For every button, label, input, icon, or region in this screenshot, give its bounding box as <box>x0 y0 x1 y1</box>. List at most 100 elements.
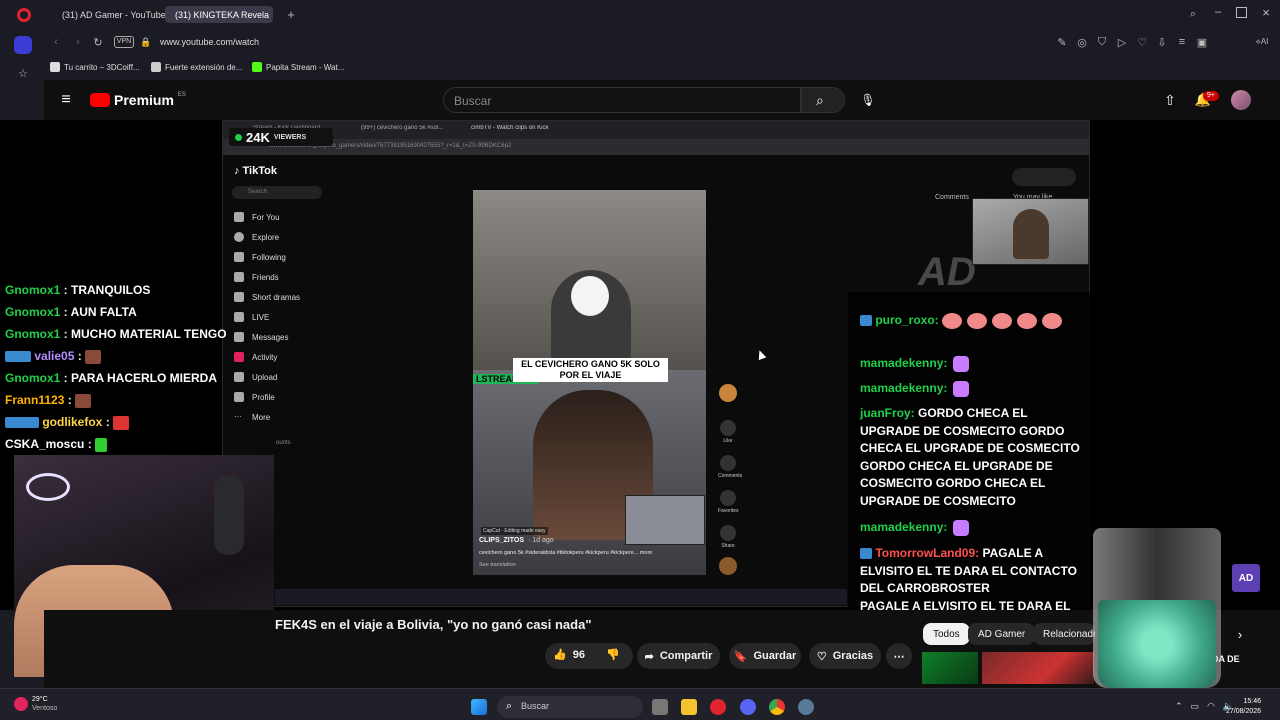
like-button[interactable]: 👍 96 <box>553 648 585 662</box>
following-icon <box>234 252 244 262</box>
opera-taskbar-icon[interactable] <box>710 699 726 715</box>
youtube-search-input[interactable]: Buscar <box>443 87 801 113</box>
emote-icon <box>953 519 970 536</box>
chat-line: Gnomox1 : TRANQUILOS <box>5 283 151 297</box>
discord-icon[interactable] <box>740 699 756 715</box>
emote-icon <box>953 380 970 397</box>
inner-url-bar: www.tiktok.com/@clipero_gamers/video/767… <box>223 139 1089 155</box>
star-icon[interactable]: ☆ <box>16 66 30 80</box>
dislike-button[interactable]: 👎 <box>606 648 620 661</box>
youtube-logo[interactable]: Premium ES <box>90 92 186 108</box>
play-icon[interactable]: ▷ <box>1116 36 1128 49</box>
recommended-thumb-1[interactable] <box>922 652 978 684</box>
chat-line: TomorrowLand09: PAGALE A ELVISITO EL TE … <box>860 545 1082 598</box>
action-label: Favorites <box>718 508 739 514</box>
tiktok-nav-messages: Messages <box>234 332 288 342</box>
bookmark-3[interactable]: Papita Stream - Wat... <box>252 62 344 72</box>
share-button[interactable]: ➦ Compartir <box>637 643 720 669</box>
chat-user: godlikefox <box>42 415 103 429</box>
opera-logo-icon[interactable] <box>17 8 31 22</box>
more-actions-button[interactable]: ⋯ <box>886 643 912 669</box>
chip-relacionado[interactable]: Relacionado <box>1033 623 1095 645</box>
hamburger-menu-icon[interactable]: ≡ <box>58 91 74 108</box>
file-explorer-icon[interactable] <box>681 699 697 715</box>
windows-start-icon[interactable] <box>471 699 487 715</box>
tray-chevron-icon[interactable]: ⌃ <box>1175 701 1183 712</box>
edit-icon[interactable]: ✎ <box>1056 36 1068 49</box>
bookmark-label: Papita Stream - Wat... <box>266 62 345 72</box>
wifi-icon[interactable]: ◠ <box>1207 701 1215 712</box>
clock-time: 15:46 <box>1243 698 1262 705</box>
download-icon[interactable]: ⇩ <box>1156 36 1168 49</box>
nav-label: Activity <box>252 352 278 362</box>
nav-label: Explore <box>252 232 280 242</box>
minimize-icon[interactable]: – <box>1212 6 1224 18</box>
reload-icon[interactable]: ↻ <box>92 36 104 49</box>
bookmark-1[interactable]: Tu carrito – 3DCoiff... <box>50 62 140 72</box>
address-bar[interactable]: www.youtube.com/watch <box>160 37 560 49</box>
taskbar-search-icon: ⌕ <box>505 699 513 712</box>
settings-gear-icon[interactable] <box>798 699 814 715</box>
forward-arrow-icon[interactable]: › <box>72 36 84 48</box>
avatar[interactable] <box>1231 90 1251 110</box>
live-dot-icon <box>235 133 242 141</box>
thumbs-up-icon: 👍 <box>553 649 567 661</box>
tiktok-top-right-controls <box>1012 168 1076 186</box>
back-arrow-icon[interactable]: ‹ <box>50 36 62 48</box>
microphone-figure <box>214 475 244 555</box>
shield-icon[interactable]: ⛉ <box>1096 36 1108 48</box>
menu-icon[interactable]: ≡ <box>1176 36 1188 48</box>
share-label: Compartir <box>659 650 713 662</box>
maximize-icon[interactable] <box>1236 7 1247 18</box>
thanks-button[interactable]: ♡ Gracias <box>809 643 881 669</box>
microphone-icon[interactable]: 🎙 <box>860 92 875 108</box>
chrome-icon[interactable] <box>769 699 785 715</box>
recommended-thumb-2[interactable] <box>982 652 1094 684</box>
more-dots-icon: ⋯ <box>893 650 905 663</box>
chat-line: mamadekenny: <box>860 380 1082 398</box>
chat-user: CSKA_moscu <box>5 437 85 451</box>
vpn-badge[interactable]: VPN <box>114 36 134 48</box>
compass-icon <box>234 232 244 242</box>
camera-icon[interactable]: ◎ <box>1076 36 1088 49</box>
sound-disc-icon <box>719 557 737 575</box>
bookmark-icon: 🔖 <box>733 650 748 663</box>
see-translation: See translation <box>479 562 516 568</box>
heart-icon[interactable]: ♡ <box>1136 36 1148 49</box>
network-icon[interactable]: ▭ <box>1191 701 1200 712</box>
youtube-search-button[interactable]: ⌕ <box>801 87 845 113</box>
home-icon[interactable] <box>14 36 32 54</box>
nav-label: Following <box>252 252 286 262</box>
inset-cam <box>625 495 705 545</box>
tiktok-search-input: Search <box>232 186 322 199</box>
weather-widget[interactable]: 29°C Ventoso <box>14 695 57 713</box>
bookmark-2[interactable]: Fuerte extensión de... <box>151 62 242 72</box>
tab-kingteka[interactable]: (31) KINGTEKA Revela <box>165 6 273 23</box>
dramas-icon <box>234 292 244 302</box>
search-tabs-icon[interactable]: ⌕ <box>1187 8 1199 20</box>
emote-icon <box>967 312 988 329</box>
chip-next-chevron-icon[interactable]: › <box>1234 627 1246 642</box>
save-button[interactable]: 🔖 Guardar <box>729 643 801 669</box>
thanks-label: Gracias <box>832 650 874 662</box>
task-view-icon[interactable] <box>652 699 668 715</box>
new-tab-plus-icon[interactable]: + <box>285 7 297 22</box>
emote-icon <box>992 312 1013 329</box>
chip-todos[interactable]: Todos <box>923 623 970 645</box>
action-label: Like <box>723 438 733 444</box>
tiktok-nav-short-dramas: Short dramas <box>234 292 300 302</box>
aria-ai-button[interactable]: ⟡AI <box>1250 36 1274 48</box>
close-window-icon[interactable]: × <box>1260 5 1272 20</box>
chat-line: PAGALE A ELVISITO EL TE DARA EL <box>860 598 1082 610</box>
chip-ad-gamer[interactable]: AD Gamer <box>968 623 1036 645</box>
taskbar-clock[interactable]: 15:46 27/08/2026 <box>1226 697 1261 717</box>
tab-ad-gamer[interactable]: (31) AD Gamer - YouTube <box>52 6 166 23</box>
emote-icon <box>95 437 108 452</box>
taskbar-search-input[interactable]: Buscar <box>497 696 643 718</box>
nav-label: For You <box>252 212 280 222</box>
friends-icon <box>234 272 244 282</box>
tiktok-share: Share <box>718 525 738 549</box>
wallet-icon[interactable]: ▣ <box>1196 36 1208 49</box>
upload-icon[interactable]: ⇧ <box>1162 92 1178 108</box>
chat-msg: PAGALE A ELVISITO EL TE DARA EL <box>860 599 1071 610</box>
